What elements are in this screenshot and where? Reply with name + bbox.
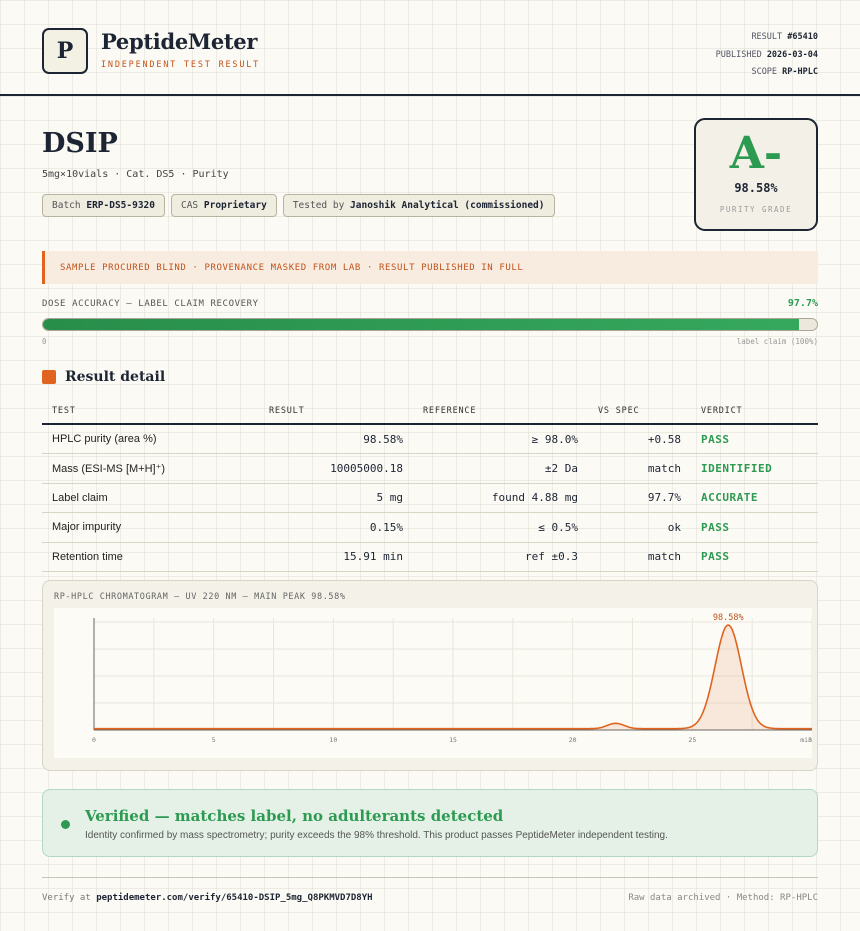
verify-link-line: Verify at peptidemeter.com/verify/65410-… — [42, 893, 373, 903]
cell-vs-spec: match — [588, 542, 691, 572]
chip-label: Batch — [52, 200, 81, 211]
blind-sample-notice: SAMPLE PROCURED BLIND · PROVENANCE MASKE… — [42, 251, 818, 284]
result-meta: RESULT #65410 PUBLISHED 2026-03-04 SCOPE… — [716, 29, 818, 82]
table-row: HPLC purity (area %) 98.58% ≥ 98.0% +0.5… — [42, 424, 818, 454]
col-header-verdict: VERDICT — [691, 398, 818, 425]
cell-vs-spec: +0.58 — [588, 424, 691, 454]
scope-label: SCOPE — [751, 67, 778, 77]
result-number: #65410 — [787, 32, 818, 42]
table-row: Label claim 5 mg found 4.88 mg 97.7% ACC… — [42, 483, 818, 513]
table-header-row: TEST RESULT REFERENCE VS SPEC VERDICT — [42, 398, 818, 425]
col-header-test: TEST — [42, 398, 259, 425]
notice-text: SAMPLE PROCURED BLIND · PROVENANCE MASKE… — [60, 262, 524, 273]
col-header-reference: REFERENCE — [413, 398, 588, 425]
cell-test: Major impurity — [42, 512, 259, 543]
cell-verdict: ACCURATE — [691, 483, 818, 513]
verification-text: Identity confirmed by mass spectrometry;… — [85, 830, 668, 841]
cell-verdict: PASS — [691, 542, 818, 572]
brand-logo: P — [42, 28, 88, 74]
cell-result: 98.58% — [259, 424, 413, 454]
chromatogram-title: RP-HPLC CHROMATOGRAM — UV 220 NM — MAIN … — [54, 592, 346, 602]
tested-by-chip: Tested by Janoshik Analytical (commissio… — [282, 194, 555, 217]
table-row: Major impurity 0.15% ≤ 0.5% ok PASS — [42, 512, 818, 543]
grade-label: PURITY GRADE — [719, 205, 793, 214]
cell-vs-spec: match — [588, 453, 691, 484]
peak-label: 98.58% — [713, 613, 744, 623]
cell-verdict: PASS — [691, 512, 818, 543]
cell-vs-spec: ok — [588, 512, 691, 543]
cas-chip: CAS Proprietary — [170, 194, 277, 217]
product-subtitle: 5mg×10vials · Cat. DS5 · Purity — [42, 169, 229, 180]
plot-background — [54, 608, 812, 758]
product-name: DSIP — [42, 128, 118, 159]
dose-accuracy-label: DOSE ACCURACY — LABEL CLAIM RECOVERY — [42, 299, 259, 309]
verify-prefix: Verify at — [42, 893, 91, 903]
x-tick-label: 25 — [688, 736, 696, 744]
grade-percent: 98.58% — [734, 181, 778, 195]
footer-method-note: Raw data archived · Method: RP-HPLC — [628, 893, 818, 903]
x-unit-label: min — [800, 736, 812, 744]
cell-result: 5 mg — [259, 483, 413, 513]
results-table: TEST RESULT REFERENCE VS SPEC VERDICT HP… — [42, 398, 818, 572]
batch-chip: Batch ERP-DS5-9320 — [42, 194, 165, 217]
chip-value: Janoshik Analytical (commissioned) — [350, 200, 545, 211]
result-detail-heading: Result detail — [42, 369, 165, 385]
bar-min-label: 0 — [42, 337, 47, 346]
cell-test: Mass (ESI-MS [M+H]⁺) — [42, 453, 259, 484]
chip-label: Tested by — [292, 200, 345, 211]
verification-title: Verified — matches label, no adulterants… — [85, 807, 504, 825]
x-tick-label: 10 — [329, 736, 337, 744]
brand-logo-letter: P — [56, 38, 74, 64]
brand-name: PeptideMeter — [101, 29, 258, 54]
verify-url-link[interactable]: peptidemeter.com/verify/65410-DSIP_5mg_Q… — [96, 893, 372, 903]
grade-letter: A- — [729, 128, 783, 179]
footer-divider — [42, 877, 818, 878]
table-row: Retention time 15.91 min ref ±0.3 match … — [42, 542, 818, 572]
x-tick-label: 15 — [449, 736, 457, 744]
purity-grade-card: A- 98.58% PURITY GRADE — [694, 118, 818, 231]
dose-progress-bar — [42, 318, 818, 331]
verified-dot-icon — [61, 820, 70, 829]
cell-verdict: PASS — [691, 424, 818, 454]
cell-test: Label claim — [42, 483, 259, 513]
x-tick-label: 0 — [92, 736, 96, 744]
cell-reference: ±2 Da — [413, 453, 588, 484]
cell-result: 15.91 min — [259, 542, 413, 572]
chromatogram-chart: 98.58%051015202530min — [54, 608, 812, 758]
cell-reference: ref ±0.3 — [413, 542, 588, 572]
table-row: Mass (ESI-MS [M+H]⁺) 10005000.18 ±2 Da m… — [42, 453, 818, 484]
col-header-result: RESULT — [259, 398, 413, 425]
cell-reference: ≤ 0.5% — [413, 512, 588, 543]
dose-progress-fill — [43, 319, 800, 330]
product-chips: Batch ERP-DS5-9320 CAS Proprietary Teste… — [42, 194, 555, 217]
cell-verdict: IDENTIFIED — [691, 453, 818, 484]
result-label: RESULT — [751, 32, 783, 42]
cell-vs-spec: 97.7% — [588, 483, 691, 513]
cell-test: Retention time — [42, 542, 259, 572]
verification-banner: Verified — matches label, no adulterants… — [42, 789, 818, 857]
cell-reference: ≥ 98.0% — [413, 424, 588, 454]
chip-value: ERP-DS5-9320 — [86, 200, 155, 211]
col-header-vs-spec: VS SPEC — [588, 398, 691, 425]
section-title: Result detail — [65, 369, 166, 385]
section-square-icon — [42, 370, 56, 384]
cell-reference: found 4.88 mg — [413, 483, 588, 513]
published-label: PUBLISHED — [715, 49, 762, 60]
x-tick-label: 20 — [569, 736, 577, 744]
cell-result: 10005000.18 — [259, 453, 413, 484]
chip-value: Proprietary — [203, 200, 267, 211]
x-tick-label: 5 — [212, 736, 216, 744]
brand-tagline: INDEPENDENT TEST RESULT — [101, 60, 261, 70]
cell-result: 0.15% — [259, 512, 413, 543]
dose-accuracy-value: 97.7% — [787, 298, 818, 309]
chip-label: CAS — [180, 200, 199, 211]
scope-value: RP-HPLC — [782, 67, 818, 77]
bar-max-label: label claim (100%) — [736, 337, 818, 346]
chromatogram-card: RP-HPLC CHROMATOGRAM — UV 220 NM — MAIN … — [42, 580, 818, 771]
cell-test: HPLC purity (area %) — [42, 424, 259, 454]
header-divider — [0, 94, 860, 96]
published-date: 2026-03-04 — [766, 49, 818, 60]
